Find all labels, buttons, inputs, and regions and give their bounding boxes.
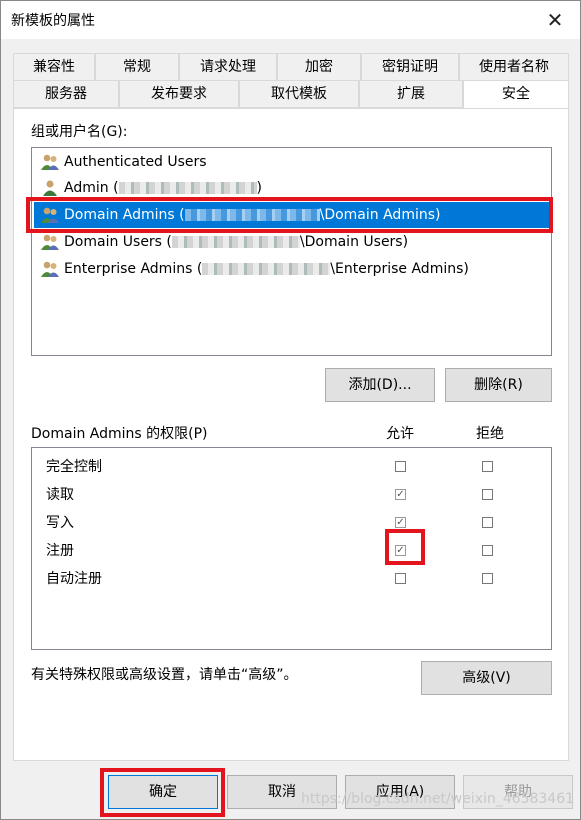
tab-general[interactable]: 常规 <box>95 53 179 81</box>
list-item-enterprise-admins[interactable]: Enterprise Admins ( \Enterprise Admins) <box>34 256 549 282</box>
user-name-suffix: \Domain Users) <box>299 234 409 250</box>
close-icon[interactable]: ✕ <box>540 5 570 35</box>
permission-row: 完全控制 <box>32 453 551 481</box>
permission-row: 读取 ✓ <box>32 481 551 509</box>
permission-name: 写入 <box>46 515 74 531</box>
deny-checkbox[interactable] <box>482 545 493 556</box>
permission-row: 写入 ✓ <box>32 509 551 537</box>
watermark: https://blog.csdn.net/weixin_46583461 <box>301 791 575 807</box>
list-item-admin[interactable]: Admin () <box>34 175 549 201</box>
tab-key-attestation[interactable]: 密钥证明 <box>361 53 459 81</box>
user-name: Enterprise Admins ( <box>64 261 203 277</box>
user-name: Domain Admins ( <box>64 207 185 223</box>
permission-row: 自动注册 <box>32 565 551 593</box>
add-button[interactable]: 添加(D)... <box>325 368 435 402</box>
allow-checkbox[interactable]: ✓ <box>395 545 406 556</box>
tab-server[interactable]: 服务器 <box>13 80 119 108</box>
allow-checkbox[interactable]: ✓ <box>395 517 406 528</box>
group-icon <box>41 207 59 223</box>
properties-dialog: 新模板的属性 ✕ 兼容性 常规 请求处理 加密 密钥证明 使用者名称 服务器 发… <box>0 0 581 820</box>
permissions-list: 完全控制 读取 ✓ 写入 ✓ 注册 ✓ 自动注册 <box>31 447 552 650</box>
user-name-suffix: ) <box>256 180 262 196</box>
allow-header: 允许 <box>386 426 414 442</box>
group-icon <box>41 234 59 250</box>
user-name-suffix: \Enterprise Admins) <box>330 261 469 277</box>
title-bar: 新模板的属性 ✕ <box>1 1 580 39</box>
permissions-label: Domain Admins 的权限(P) <box>31 426 208 442</box>
users-listbox[interactable]: Authenticated Users Admin () Domain Admi… <box>31 147 552 356</box>
allow-checkbox[interactable]: ✓ <box>395 489 406 500</box>
redacted-domain <box>118 182 257 194</box>
redacted-domain <box>202 263 331 275</box>
permission-name: 自动注册 <box>46 571 102 587</box>
permission-name: 完全控制 <box>46 459 102 475</box>
tab-issuance-requirements[interactable]: 发布要求 <box>119 80 239 108</box>
user-name: Domain Users ( <box>64 234 172 250</box>
advanced-hint: 有关特殊权限或高级设置，请单击“高级”。 <box>31 667 298 683</box>
redacted-domain <box>184 209 320 221</box>
window-title: 新模板的属性 <box>11 13 95 29</box>
tab-extensions[interactable]: 扩展 <box>359 80 463 108</box>
group-icon <box>41 261 59 277</box>
tab-subject-name[interactable]: 使用者名称 <box>459 53 569 81</box>
user-name: Authenticated Users <box>64 154 207 170</box>
tab-superseded-templates[interactable]: 取代模板 <box>239 80 359 108</box>
user-icon <box>43 180 57 196</box>
permission-name: 注册 <box>46 543 74 559</box>
tab-security[interactable]: 安全 <box>463 80 569 110</box>
deny-checkbox[interactable] <box>482 573 493 584</box>
tab-cryptography[interactable]: 加密 <box>277 53 361 81</box>
list-item-domain-users[interactable]: Domain Users ( \Domain Users) <box>34 229 549 255</box>
advanced-button[interactable]: 高级(V) <box>421 661 552 695</box>
ok-button[interactable]: 确定 <box>108 775 218 809</box>
security-panel: 组或用户名(G): Authenticated Users Admin () D… <box>13 108 569 761</box>
deny-header: 拒绝 <box>476 426 504 442</box>
allow-checkbox[interactable] <box>395 573 406 584</box>
groups-label: 组或用户名(G): <box>31 124 128 140</box>
list-item-authenticated-users[interactable]: Authenticated Users <box>34 149 549 175</box>
redacted-domain <box>171 236 300 248</box>
deny-checkbox[interactable] <box>482 489 493 500</box>
user-name-suffix: \Domain Admins) <box>319 207 441 223</box>
permission-name: 读取 <box>46 487 74 503</box>
tab-request-handling[interactable]: 请求处理 <box>179 53 277 81</box>
deny-checkbox[interactable] <box>482 461 493 472</box>
list-item-domain-admins[interactable]: Domain Admins ( \Domain Admins) <box>34 202 549 228</box>
user-name: Admin ( <box>64 180 119 196</box>
allow-checkbox[interactable] <box>395 461 406 472</box>
tab-compatibility[interactable]: 兼容性 <box>13 53 95 81</box>
remove-button[interactable]: 删除(R) <box>445 368 552 402</box>
permission-row: 注册 ✓ <box>32 537 551 565</box>
group-icon <box>41 154 59 170</box>
deny-checkbox[interactable] <box>482 517 493 528</box>
